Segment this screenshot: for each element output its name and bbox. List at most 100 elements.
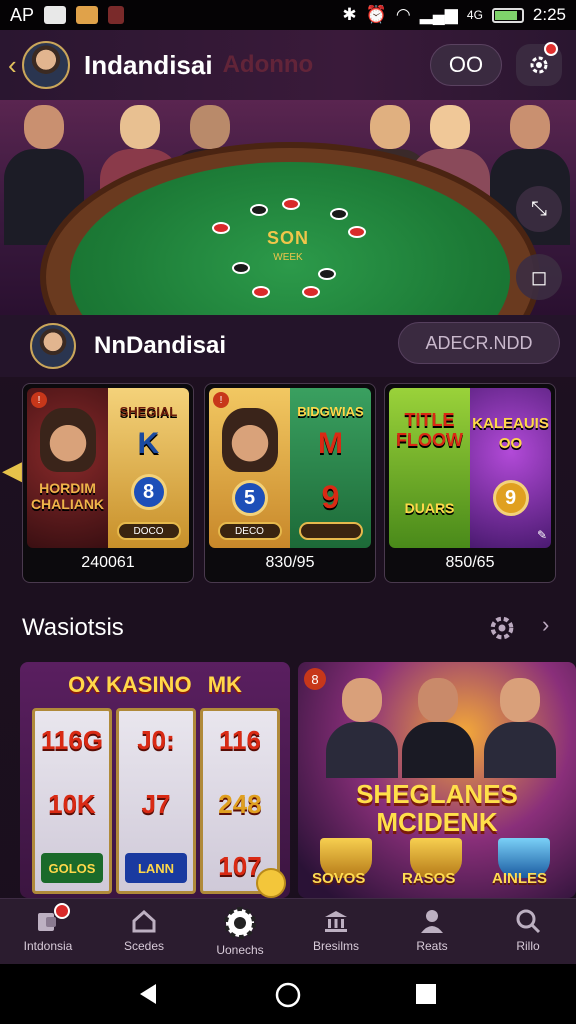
card-art: TITLE FLOOW DUARS KALEAUIS OO 9 ✎ <box>389 388 551 548</box>
nav-label: Scedes <box>123 939 165 953</box>
player-figure <box>402 678 474 778</box>
recents-icon[interactable] <box>414 982 438 1006</box>
slot-reel: 116 248 107 <box>200 708 280 894</box>
prize-label: SOVOS <box>312 870 366 887</box>
number-ball: 9 <box>492 480 529 516</box>
scroll-left-icon[interactable]: ◀ <box>2 455 22 486</box>
profile-row: NnDandisai ADECR.NDD <box>0 315 576 377</box>
card-right-title: KALEAUIS OO <box>472 415 549 452</box>
game-card[interactable]: TITLE FLOOW DUARS KALEAUIS OO 9 ✎ 850/65 <box>384 383 556 583</box>
status-bar: AP ✱ ⏰ ◠ ▂▄▆ 4G 2:25 <box>0 0 576 30</box>
prize-label: RASOS <box>402 870 456 887</box>
back-chevron-icon[interactable]: ‹ <box>8 50 22 81</box>
card-top-text: TITLE FLOOW <box>396 410 463 450</box>
game-card[interactable]: ! 5 DECO BIDGWIAS M 9 830/95 <box>204 383 376 583</box>
card-symbol: K <box>137 427 160 460</box>
card-art: HORDIM CHALIANK SHEGIAL K 8 DOCO <box>27 388 189 548</box>
settings-button[interactable] <box>516 42 562 86</box>
bluetooth-icon: ✱ <box>342 5 357 24</box>
profile-avatar[interactable] <box>30 323 76 369</box>
gear-icon <box>530 56 548 74</box>
card-pill: DECO <box>217 522 282 540</box>
chip <box>250 204 268 216</box>
hero-banner[interactable]: SON WEEK ⤡ ◻ <box>0 100 576 315</box>
game-card[interactable]: ! HORDIM CHALIANK SHEGIAL K 8 DOCO 24006… <box>22 383 194 583</box>
nav-label: Bresilms <box>312 939 359 953</box>
carrier-label: AP <box>10 4 35 25</box>
nav-item-casino[interactable]: Uonechs <box>192 899 288 964</box>
app-notification-icon <box>108 6 125 24</box>
poker-chip-icon <box>224 907 256 939</box>
home-icon <box>132 909 156 933</box>
game-card-row: ◀ ! HORDIM CHALIANK SHEGIAL K 8 DOCO 240… <box>0 383 576 587</box>
battery-icon <box>491 7 524 23</box>
signal-icon: ▂▄▆ <box>419 5 458 24</box>
section-title: Wasiotsis <box>22 614 124 641</box>
table-subtitle: WEEK <box>273 252 303 263</box>
promo-title-badge: MK <box>207 672 242 697</box>
header-ghost-text: Adonno <box>222 51 314 78</box>
home-button-icon[interactable] <box>275 982 301 1008</box>
nav-item-bank[interactable]: Bresilms <box>288 899 384 964</box>
card-top-text: BIDGWIAS <box>297 404 364 419</box>
nav-label: Intdonsia <box>23 939 73 953</box>
card-symbol: M <box>318 427 343 460</box>
chevron-right-icon[interactable]: › <box>542 612 549 638</box>
gear-icon[interactable] <box>488 614 516 642</box>
info-icon[interactable]: ✎ <box>537 528 547 542</box>
card-badge: ! <box>213 392 229 408</box>
profile-action-button[interactable]: ADECR.NDD <box>398 322 560 364</box>
card-value: 830/95 <box>265 554 315 571</box>
coins-label: OO <box>448 52 484 77</box>
nav-label: Rillo <box>516 939 540 953</box>
number-ball: 5 <box>231 480 268 516</box>
header-title: Indandisai <box>84 49 213 80</box>
tournament-promo-card[interactable]: 8 SHEGLANES MCIDENK SOVOS RASOS AINLES <box>298 662 576 898</box>
app-screen: { "status_bar": { "carrier": "AP", "netw… <box>0 0 576 1024</box>
reel-symbol: 10K <box>48 789 96 819</box>
wifi-icon: ◠ <box>395 5 411 24</box>
slot-reel: 116G 10K GOLOS <box>32 708 112 894</box>
promo-badge: 8 <box>304 668 326 690</box>
system-navigation-bar <box>0 964 576 1024</box>
number-ball: 8 <box>130 474 167 510</box>
promo-title: OX KASINO MK <box>68 672 242 697</box>
character-portrait <box>221 408 278 472</box>
card-art-text: DUARS <box>404 500 455 516</box>
nav-item-home[interactable]: Scedes <box>96 899 192 964</box>
nav-item-wallet[interactable]: Intdonsia <box>0 899 96 964</box>
bottom-navigation: Intdonsia Scedes Uonechs Bresilms Reats … <box>0 898 576 964</box>
hero-action-button[interactable]: ⤡ <box>516 186 562 232</box>
chip <box>282 198 300 210</box>
card-pill-blank <box>298 522 363 540</box>
nav-label: Reats <box>416 939 448 953</box>
promo-headline-1: SHEGLANES <box>356 779 518 809</box>
expand-icon: ⤡ <box>531 197 547 220</box>
character-portrait <box>39 408 96 472</box>
player-figure <box>484 678 556 778</box>
reel-symbol: 116G <box>40 725 104 755</box>
chip <box>252 286 270 298</box>
chip <box>232 262 250 274</box>
user-avatar[interactable] <box>22 41 70 89</box>
reel-symbol: J7 <box>141 789 171 819</box>
network-label: 4G <box>466 8 483 22</box>
chat-icon: ◻ <box>530 266 548 289</box>
prize-label: AINLES <box>492 870 548 887</box>
card-art: 5 DECO BIDGWIAS M 9 <box>209 388 371 548</box>
slot-promo-card[interactable]: OX KASINO MK 116G 10K GOLOS J0: J7 LANN … <box>20 662 290 898</box>
nav-item-profile[interactable]: Reats <box>384 899 480 964</box>
coins-button[interactable]: OO <box>430 44 502 86</box>
coin-icon <box>256 868 286 898</box>
notification-dot <box>544 42 558 56</box>
slot-reel: J0: J7 LANN <box>116 708 196 894</box>
section-header: Wasiotsis › <box>0 600 576 656</box>
nav-item-search[interactable]: Rillo <box>480 899 576 964</box>
promo-headline-2: MCIDENK <box>376 807 498 837</box>
clock: 2:25 <box>532 5 566 24</box>
chip <box>318 268 336 280</box>
back-icon[interactable] <box>136 982 160 1006</box>
reel-symbol: J0: <box>137 725 175 755</box>
chat-button[interactable]: ◻ <box>516 254 562 300</box>
chip <box>302 286 320 298</box>
